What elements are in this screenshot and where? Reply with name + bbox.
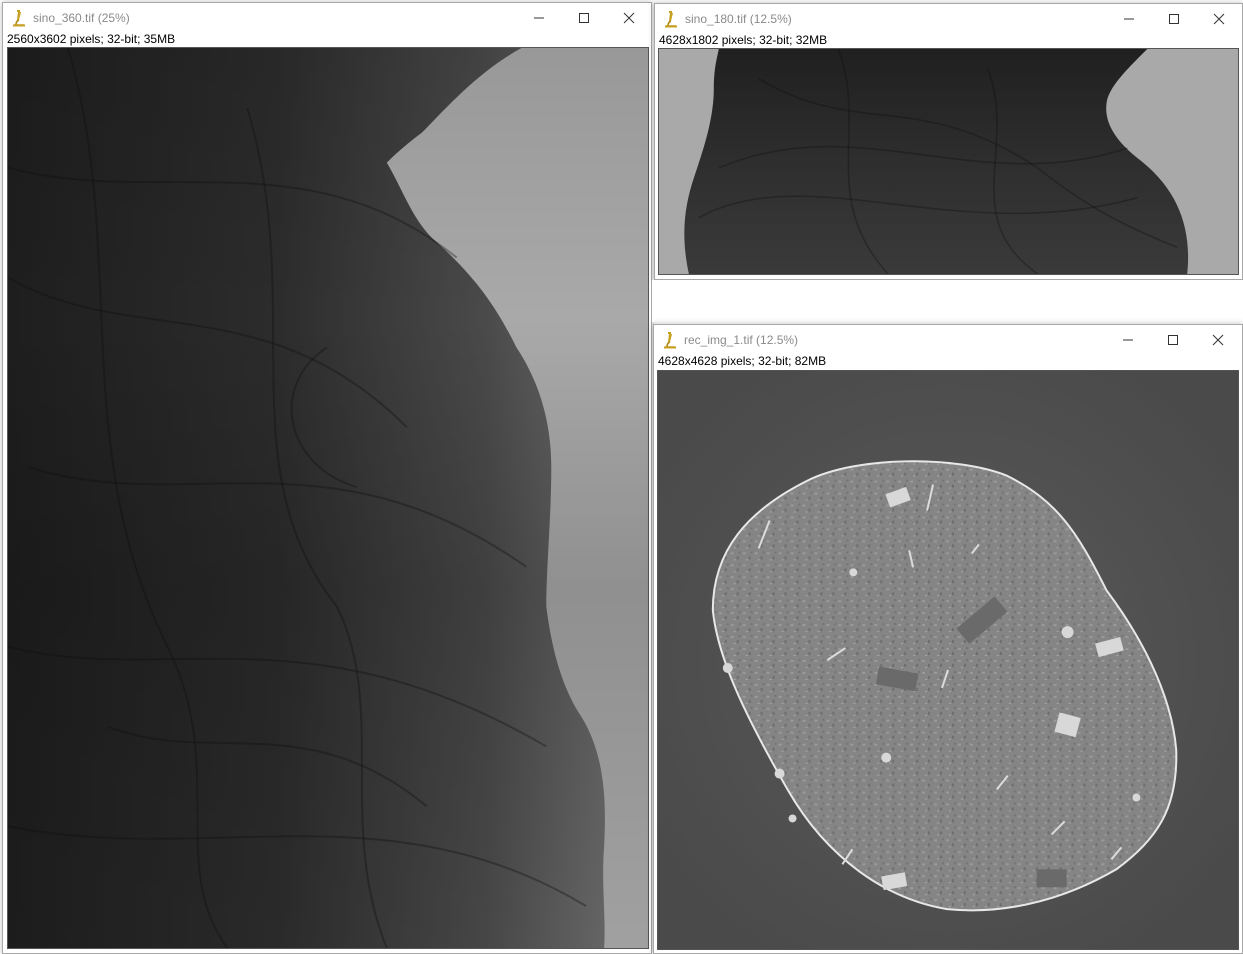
image-info: 4628x1802 pixels; 32-bit; 32MB bbox=[659, 33, 828, 47]
image-info: 4628x4628 pixels; 32-bit; 82MB bbox=[658, 354, 827, 368]
sinogram-180-image bbox=[659, 49, 1238, 274]
window-rec-img-1: rec_img_1.tif (12.5%) 4628x4628 pixels; … bbox=[653, 324, 1243, 954]
maximize-button[interactable] bbox=[1151, 4, 1196, 34]
image-canvas-sinogram-360[interactable] bbox=[7, 47, 649, 949]
minimize-button[interactable] bbox=[516, 3, 561, 33]
window-title: sino_180.tif (12.5%) bbox=[685, 12, 792, 26]
microscope-icon bbox=[663, 10, 679, 28]
image-canvas-sinogram-180[interactable] bbox=[658, 48, 1239, 275]
minimize-button[interactable] bbox=[1106, 4, 1151, 34]
close-icon bbox=[623, 12, 634, 24]
reconstruction-image bbox=[658, 371, 1238, 949]
minimize-icon bbox=[1122, 339, 1133, 341]
minimize-button[interactable] bbox=[1105, 325, 1150, 355]
microscope-icon bbox=[11, 9, 27, 27]
image-info: 2560x3602 pixels; 32-bit; 35MB bbox=[7, 32, 176, 46]
maximize-button[interactable] bbox=[561, 3, 606, 33]
minimize-icon bbox=[533, 17, 544, 19]
sinogram-360-image bbox=[8, 48, 648, 948]
close-icon bbox=[1212, 334, 1223, 346]
window-title: sino_360.tif (25%) bbox=[33, 11, 130, 25]
close-button[interactable] bbox=[1195, 325, 1240, 355]
title-bar[interactable]: sino_180.tif (12.5%) bbox=[655, 4, 1242, 34]
window-sino-360: sino_360.tif (25%) 2560x3602 pixels; 32-… bbox=[2, 2, 652, 954]
title-bar[interactable]: sino_360.tif (25%) bbox=[3, 3, 651, 33]
title-bar[interactable]: rec_img_1.tif (12.5%) bbox=[654, 325, 1242, 355]
maximize-icon bbox=[578, 13, 589, 23]
window-title: rec_img_1.tif (12.5%) bbox=[684, 333, 799, 347]
close-button[interactable] bbox=[606, 3, 651, 33]
maximize-button[interactable] bbox=[1150, 325, 1195, 355]
maximize-icon bbox=[1168, 14, 1179, 24]
close-button[interactable] bbox=[1196, 4, 1241, 34]
close-icon bbox=[1213, 13, 1224, 25]
microscope-icon bbox=[662, 331, 678, 349]
window-sino-180: sino_180.tif (12.5%) 4628x1802 pixels; 3… bbox=[654, 3, 1243, 280]
image-canvas-reconstruction[interactable] bbox=[657, 370, 1239, 950]
desktop-gap bbox=[652, 280, 1243, 322]
minimize-icon bbox=[1123, 18, 1134, 20]
maximize-icon bbox=[1167, 335, 1178, 345]
